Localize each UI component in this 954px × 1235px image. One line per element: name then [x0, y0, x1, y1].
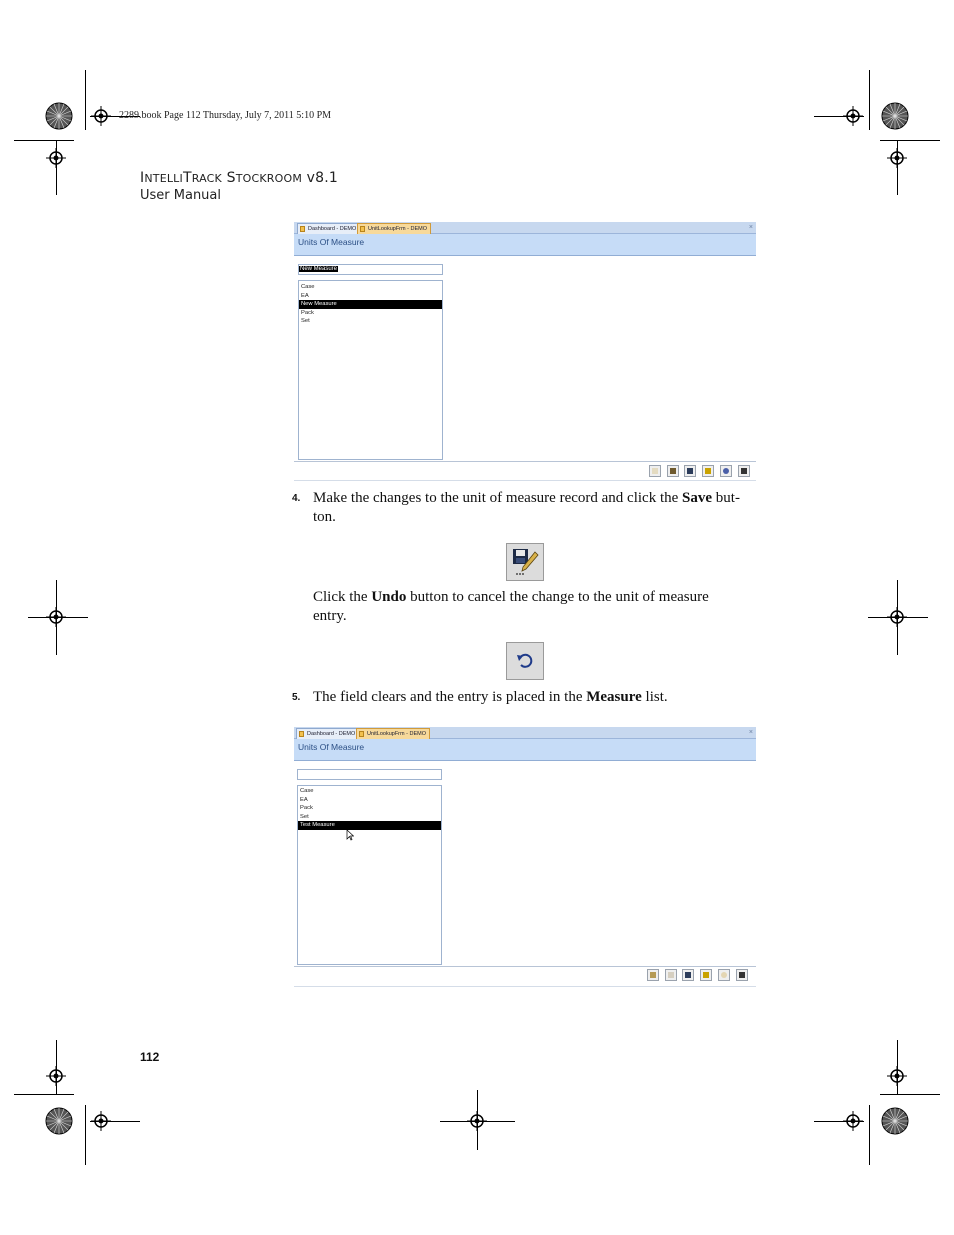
form-tab-icon [300, 226, 305, 232]
measure-input-value: New Measure [299, 266, 339, 272]
tab-bar: Dashboard - DEMO UnitLookupFrm - DEMO × [294, 727, 756, 739]
tab-dashboard[interactable]: Dashboard - DEMO [297, 223, 361, 234]
form-title: Units Of Measure [298, 237, 365, 247]
measure-list[interactable]: Case EA New Measure Pack Set [298, 280, 443, 460]
new-button[interactable] [647, 969, 659, 981]
measure-input[interactable] [297, 769, 442, 780]
registration-target-icon [843, 1111, 863, 1131]
edit-icon [670, 468, 676, 474]
tab-unit-lookup[interactable]: UnitLookupFrm - DEMO [357, 223, 431, 234]
undo-button[interactable] [720, 465, 732, 477]
list-item[interactable]: EA [299, 292, 442, 301]
running-header-title: INTELLITRACK STOCKROOM v8.1 [140, 170, 339, 186]
measure-list[interactable]: Case EA Pack Set Test Measure [297, 785, 442, 965]
trash-icon [703, 972, 709, 978]
exit-icon [739, 972, 745, 978]
registration-target-icon [887, 1066, 907, 1086]
registration-target-icon [46, 1066, 66, 1086]
undo-icon [723, 468, 729, 474]
toolbar-bottom-line [294, 480, 756, 481]
running-header-subtitle: User Manual [140, 188, 222, 203]
tab-bar: Dashboard - DEMO UnitLookupFrm - DEMO × [294, 222, 756, 234]
tab-unit-lookup[interactable]: UnitLookupFrm - DEMO [356, 728, 430, 739]
exit-button[interactable] [738, 465, 750, 477]
edit-icon [668, 972, 674, 978]
close-icon[interactable]: × [749, 727, 753, 738]
list-item[interactable]: New Measure [299, 300, 442, 309]
starburst-mark-icon [881, 1107, 909, 1135]
toolbar-separator [294, 966, 756, 967]
registration-target-icon [843, 106, 863, 126]
page-number: 112 [140, 1050, 160, 1064]
new-icon [652, 468, 658, 474]
save-icon [513, 549, 539, 575]
new-button[interactable] [649, 465, 661, 477]
form-header: Units Of Measure [294, 234, 756, 256]
list-item[interactable]: Case [299, 283, 442, 292]
form-header: Units Of Measure [294, 739, 756, 761]
form-tab-icon [359, 731, 364, 737]
list-item[interactable]: Pack [299, 309, 442, 318]
exit-button[interactable] [736, 969, 748, 981]
list-item[interactable]: Set [299, 317, 442, 326]
undo-icon [517, 653, 533, 668]
exit-icon [741, 468, 747, 474]
registration-target-icon [46, 607, 66, 627]
toolbar-bottom-line [294, 986, 756, 987]
save-icon [685, 972, 691, 978]
delete-button[interactable] [702, 465, 714, 477]
tab-dashboard[interactable]: Dashboard - DEMO [296, 728, 360, 739]
registration-target-icon [887, 607, 907, 627]
starburst-mark-icon [45, 1107, 73, 1135]
edit-button[interactable] [665, 969, 677, 981]
list-item[interactable]: Set [298, 813, 441, 822]
trash-icon [705, 468, 711, 474]
step-number-4: 4. [292, 493, 301, 504]
undo-button-illustration [506, 642, 544, 680]
list-item[interactable]: Case [298, 787, 441, 796]
close-icon[interactable]: × [749, 222, 753, 233]
delete-button[interactable] [700, 969, 712, 981]
save-icon [687, 468, 693, 474]
starburst-mark-icon [45, 102, 73, 130]
print-slug: 2289.book Page 112 Thursday, July 7, 201… [119, 110, 332, 121]
list-item[interactable]: Pack [298, 804, 441, 813]
registration-target-icon [91, 1111, 111, 1131]
undo-icon [721, 972, 727, 978]
registration-target-icon [46, 148, 66, 168]
registration-target-icon [91, 106, 111, 126]
edit-button[interactable] [667, 465, 679, 477]
measure-input[interactable]: New Measure [298, 264, 443, 275]
list-item[interactable]: EA [298, 796, 441, 805]
save-button[interactable] [684, 465, 696, 477]
mouse-cursor-icon [346, 829, 354, 841]
step-5-text: The field clears and the entry is placed… [313, 689, 668, 705]
new-icon [650, 972, 656, 978]
form-tab-icon [360, 226, 365, 232]
form-tab-icon [299, 731, 304, 737]
form-title: Units Of Measure [298, 742, 365, 752]
units-of-measure-window-2: Dashboard - DEMO UnitLookupFrm - DEMO × … [294, 727, 756, 987]
starburst-mark-icon [881, 102, 909, 130]
undo-instruction-text: Click the Undo button to cancel the chan… [313, 589, 709, 624]
step-4-text: Make the changes to the unit of measure … [313, 490, 740, 525]
undo-button[interactable] [718, 969, 730, 981]
units-of-measure-window-1: Dashboard - DEMO UnitLookupFrm - DEMO × … [294, 222, 756, 481]
registration-target-icon [887, 148, 907, 168]
step-number-5: 5. [292, 692, 301, 703]
registration-target-icon [467, 1111, 487, 1131]
save-button-illustration [506, 543, 544, 581]
save-button[interactable] [682, 969, 694, 981]
list-item[interactable]: Test Measure [298, 821, 441, 830]
toolbar-separator [294, 461, 756, 462]
